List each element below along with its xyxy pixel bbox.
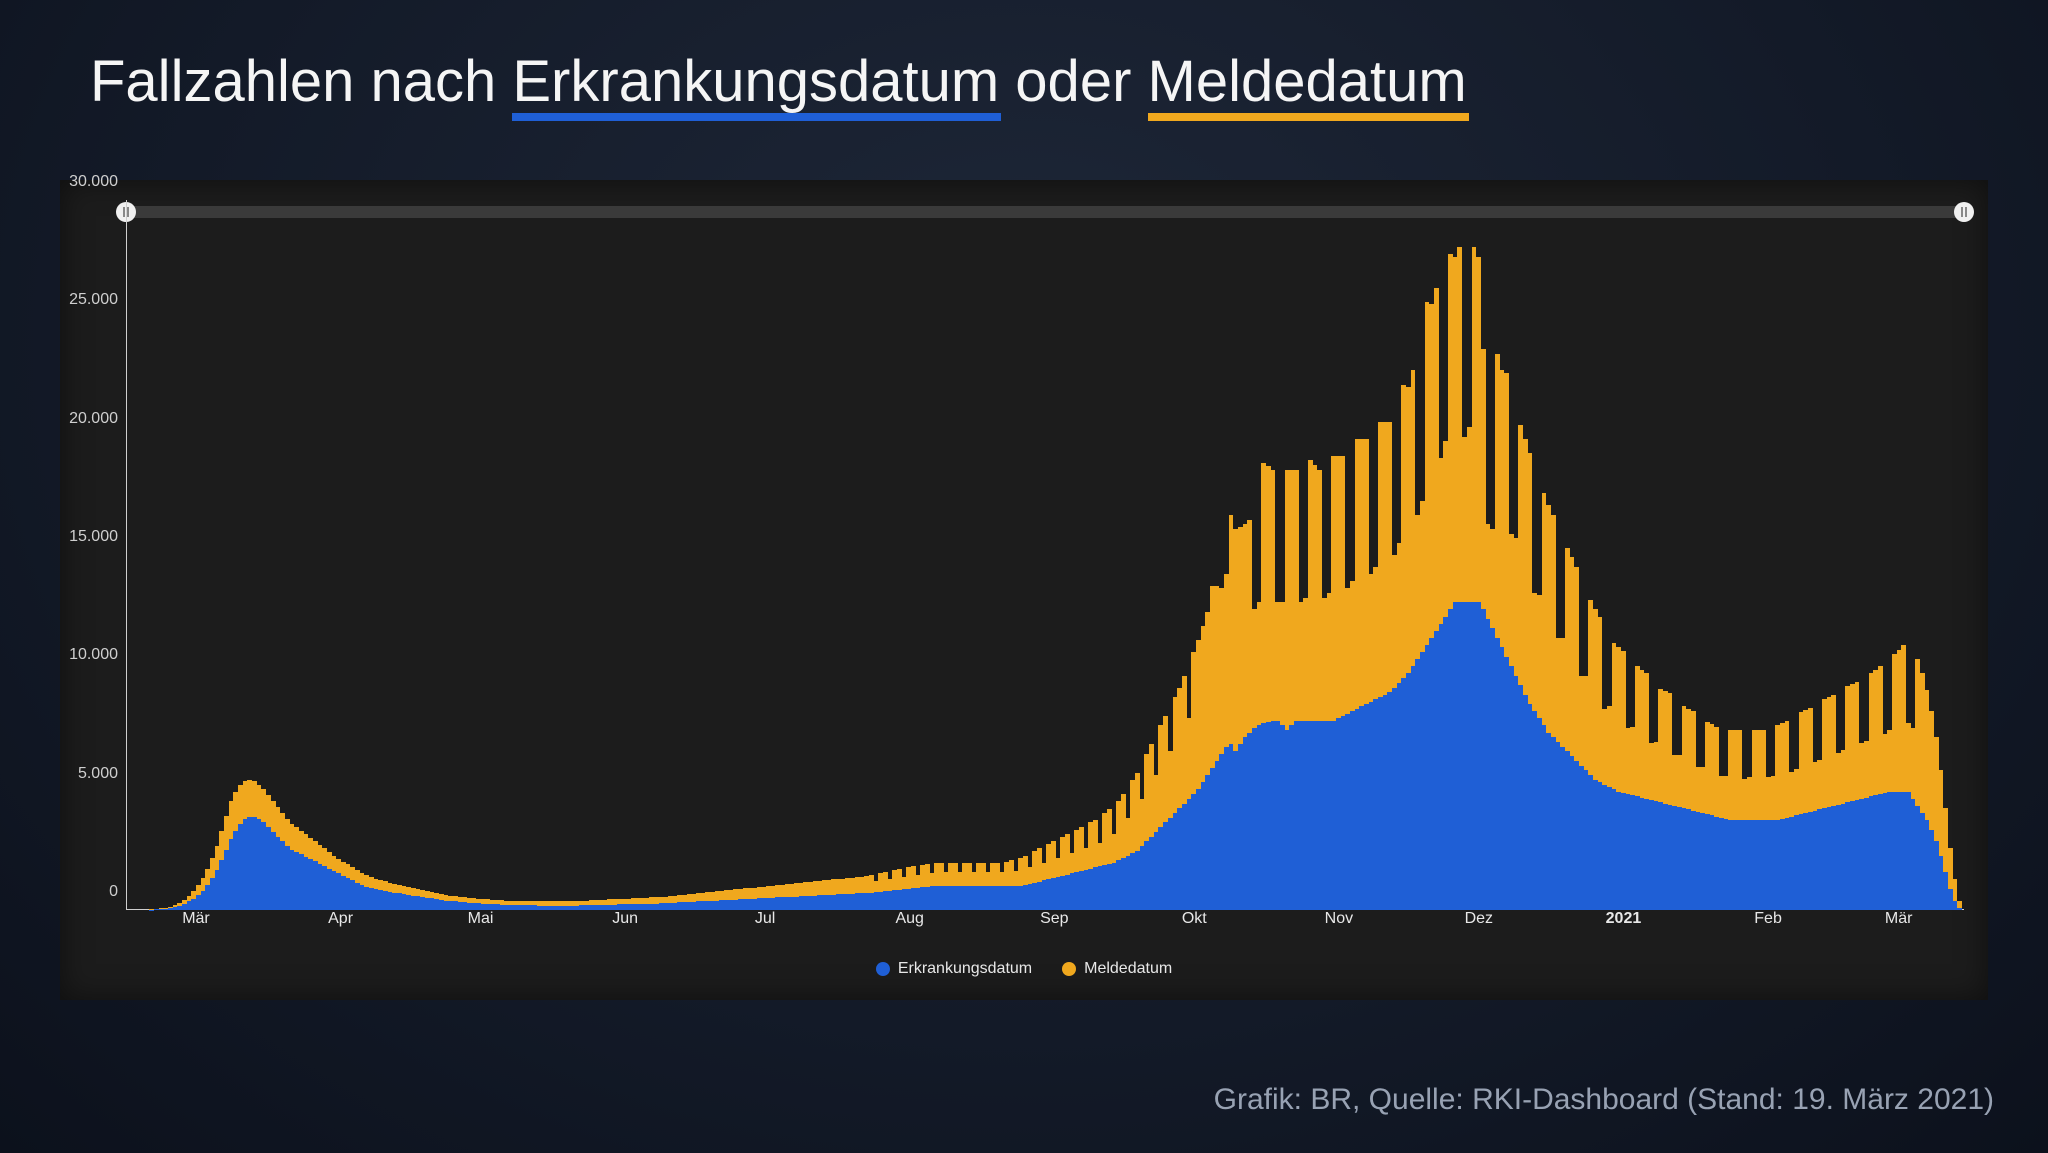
- legend-swatch-orange-icon: [1062, 962, 1076, 976]
- chart-legend: Erkrankungsdatum Meldedatum: [60, 960, 1988, 978]
- y-tick-label: 5.000: [78, 765, 118, 783]
- x-axis: Mär Apr Mai Jun Jul Aug Sep Okt Nov Dez 2021 Feb Mär: [126, 910, 1964, 940]
- title-pre: Fallzahlen nach: [90, 49, 512, 114]
- x-tick-label: Jun: [612, 910, 638, 928]
- legend-label-b: Meldedatum: [1084, 960, 1172, 978]
- chart-bars: [126, 200, 1964, 910]
- y-tick-label: 10.000: [69, 646, 118, 664]
- x-tick-label: Aug: [895, 910, 923, 928]
- y-tick-label: 30.000: [69, 173, 118, 191]
- x-tick-label: Jul: [755, 910, 775, 928]
- legend-item-erkrankung: Erkrankungsdatum: [876, 960, 1032, 978]
- x-tick-label: Mär: [182, 910, 210, 928]
- y-tick-label: 25.000: [69, 291, 118, 309]
- title-underline-melde: Meldedatum: [1148, 48, 1467, 115]
- page-title: Fallzahlen nach Erkrankungsdatum oder Me…: [90, 48, 1467, 115]
- x-tick-label: Sep: [1040, 910, 1068, 928]
- legend-swatch-blue-icon: [876, 962, 890, 976]
- x-tick-label: Okt: [1182, 910, 1207, 928]
- x-tick-label: 2021: [1606, 910, 1642, 928]
- x-tick-label: Dez: [1465, 910, 1493, 928]
- x-tick-label: Nov: [1325, 910, 1353, 928]
- y-tick-label: 0: [109, 883, 118, 901]
- source-credit: Grafik: BR, Quelle: RKI-Dashboard (Stand…: [1214, 1083, 1994, 1117]
- title-underline-erkrankung: Erkrankungsdatum: [512, 48, 999, 115]
- title-mid: oder: [999, 49, 1147, 114]
- x-tick-label: Mai: [468, 910, 494, 928]
- legend-label-a: Erkrankungsdatum: [898, 960, 1032, 978]
- x-tick-label: Mär: [1885, 910, 1913, 928]
- legend-item-melde: Meldedatum: [1062, 960, 1172, 978]
- y-tick-label: 15.000: [69, 528, 118, 546]
- chart-container: 05.00010.00015.00020.00025.00030.000 Mär…: [60, 180, 1988, 1000]
- bar-day: [1962, 200, 1967, 910]
- x-tick-label: Feb: [1754, 910, 1782, 928]
- x-tick-label: Apr: [328, 910, 353, 928]
- y-axis: 05.00010.00015.00020.00025.00030.000: [60, 200, 126, 910]
- y-tick-label: 20.000: [69, 410, 118, 428]
- chart-plot-area: [126, 200, 1964, 910]
